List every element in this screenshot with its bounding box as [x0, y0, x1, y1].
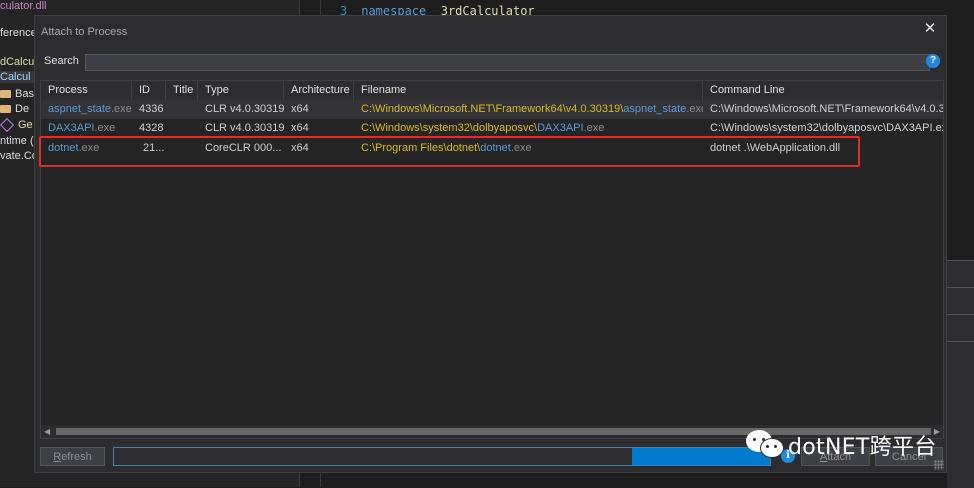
- table-row[interactable]: dotnet.exe 21... CoreCLR 000... x64 C:\P…: [41, 139, 943, 158]
- progress-bar: [113, 447, 771, 466]
- progress-fill: [632, 448, 770, 465]
- col-command-line[interactable]: Command Line: [703, 81, 943, 100]
- side-item-base[interactable]: Bas: [0, 88, 34, 100]
- side-item-dll[interactable]: culator.dll: [0, 0, 46, 12]
- cell-type: CoreCLR 000...: [205, 142, 282, 154]
- cell-type: CLR v4.0.30319: [205, 122, 284, 134]
- table-row[interactable]: aspnet_state.exe 4336 CLR v4.0.30319 x64…: [41, 100, 943, 119]
- attach-button[interactable]: Attach: [801, 447, 870, 466]
- side-item-private[interactable]: vate.Co: [0, 150, 38, 162]
- side-item-calculator[interactable]: Calcul: [0, 71, 35, 83]
- refresh-button[interactable]: Refresh: [40, 447, 105, 466]
- col-title[interactable]: Title: [166, 81, 198, 100]
- help-icon[interactable]: ?: [926, 54, 940, 68]
- table-row[interactable]: DAX3API.exe 4328 CLR v4.0.30319 x64 C:\W…: [41, 119, 943, 138]
- scroll-thumb[interactable]: [56, 428, 931, 435]
- info-icon[interactable]: i: [781, 449, 795, 463]
- col-filename[interactable]: Filename: [354, 81, 703, 100]
- horizontal-scrollbar[interactable]: ◀ ▶: [41, 425, 943, 438]
- cell-filename: C:\Program Files\dotnet\dotnet.exe: [361, 142, 532, 154]
- cell-process: aspnet_state.exe: [48, 103, 132, 115]
- search-label: Search: [44, 55, 79, 67]
- search-input[interactable]: [85, 54, 930, 71]
- dialog-title: Attach to Process: [41, 26, 128, 38]
- resize-grip-icon[interactable]: [934, 460, 944, 470]
- close-icon[interactable]: ✕: [922, 21, 938, 37]
- cell-architecture: x64: [291, 103, 309, 115]
- cell-id: 21...: [143, 142, 165, 154]
- scroll-right-icon[interactable]: ▶: [934, 427, 940, 436]
- process-table: Process ID Title Type Architecture Filen…: [40, 80, 944, 439]
- cell-process: DAX3API.exe: [48, 122, 116, 134]
- cell-command-line: dotnet .\WebApplication.dll: [710, 142, 841, 154]
- cell-title: [166, 139, 198, 158]
- side-item-ge[interactable]: Ge: [0, 118, 33, 133]
- cell-filename: C:\Windows\system32\dolbyaposvc\DAX3API.…: [361, 122, 605, 134]
- col-process[interactable]: Process: [41, 81, 132, 100]
- col-type[interactable]: Type: [198, 81, 284, 100]
- folder-icon: [0, 90, 11, 99]
- side-item-project[interactable]: dCalcul: [0, 56, 37, 68]
- side-panel: [947, 260, 974, 488]
- cell-title: [166, 100, 198, 119]
- col-id[interactable]: ID: [132, 81, 166, 100]
- cancel-button[interactable]: Cancel: [875, 447, 943, 466]
- cell-command-line: C:\Windows\system32\dolbyaposvc\DAX3API.…: [710, 122, 943, 134]
- cell-architecture: x64: [291, 122, 309, 134]
- cell-architecture: x64: [291, 142, 309, 154]
- generic-icon: [0, 118, 15, 133]
- cell-command-line: C:\Windows\Microsoft.NET\Framework64\v4.…: [710, 103, 943, 115]
- attach-to-process-dialog: Attach to Process ✕ Search ? Process ID …: [34, 15, 947, 473]
- cell-type: CLR v4.0.30319: [205, 103, 284, 115]
- side-item-de[interactable]: De: [0, 103, 29, 115]
- folder-icon: [0, 105, 11, 114]
- cell-process: dotnet.exe: [48, 142, 100, 154]
- cell-id: 4328: [139, 122, 164, 134]
- scroll-left-icon[interactable]: ◀: [44, 427, 50, 436]
- col-architecture[interactable]: Architecture: [284, 81, 354, 100]
- cell-id: 4336: [139, 103, 164, 115]
- table-header: Process ID Title Type Architecture Filen…: [41, 81, 943, 101]
- side-item-runtime[interactable]: ntime (: [0, 135, 34, 147]
- cell-title: [166, 119, 198, 138]
- cell-filename: C:\Windows\Microsoft.NET\Framework64\v4.…: [361, 103, 703, 115]
